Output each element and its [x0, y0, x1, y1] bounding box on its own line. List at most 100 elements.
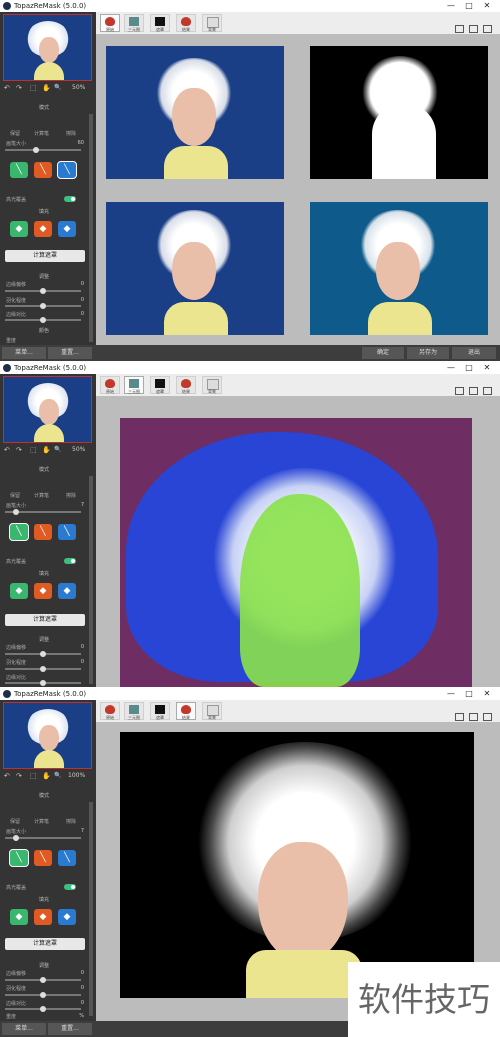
redo-icon[interactable]: ↷: [16, 446, 22, 454]
undo-icon[interactable]: ↶: [4, 84, 10, 92]
keep-fill-button[interactable]: ◆: [10, 583, 28, 599]
erase-brush-button[interactable]: ╲: [58, 850, 76, 866]
tab-result[interactable]: 结果: [176, 14, 196, 32]
tab-original[interactable]: 原始: [100, 702, 120, 720]
tab-trimap[interactable]: 三元图: [124, 702, 144, 720]
minimize-button[interactable]: —: [444, 688, 458, 700]
zoom-icon[interactable]: 🔍: [54, 446, 61, 453]
quad-view-icon[interactable]: [483, 25, 492, 33]
slider-knob[interactable]: [40, 317, 46, 323]
keep-brush-button[interactable]: ╲: [9, 849, 29, 867]
exit-button[interactable]: 退出: [452, 347, 496, 359]
calc-brush-button[interactable]: ╲: [34, 524, 52, 540]
split-view-icon[interactable]: [469, 25, 478, 33]
overlay-toggle[interactable]: [64, 196, 76, 202]
compute-mask-button[interactable]: 计算遮罩: [5, 614, 85, 626]
calc-brush-button[interactable]: ╲: [34, 850, 52, 866]
zoom-level[interactable]: 50%: [72, 84, 85, 91]
feather-slider[interactable]: [5, 666, 81, 672]
maximize-button[interactable]: □: [462, 362, 476, 374]
reset-button[interactable]: 重置...: [48, 347, 92, 359]
edge-contrast-slider[interactable]: [5, 680, 81, 686]
tab-background[interactable]: 背景: [202, 14, 222, 32]
brush-size-slider[interactable]: [5, 147, 81, 153]
tab-trimap[interactable]: 三元图: [124, 14, 144, 32]
split-view-icon[interactable]: [469, 387, 478, 395]
overlay-toggle[interactable]: [64, 558, 76, 564]
hand-icon[interactable]: ✋: [42, 446, 51, 454]
zoom-level[interactable]: 50%: [72, 446, 85, 453]
redo-icon[interactable]: ↷: [16, 84, 22, 92]
menu-button[interactable]: 菜单...: [2, 1023, 46, 1035]
tab-mask[interactable]: 遮罩: [150, 376, 170, 394]
minimize-button[interactable]: —: [444, 362, 458, 374]
panel-scrollbar[interactable]: [89, 802, 93, 1016]
tab-background[interactable]: 背景: [202, 702, 222, 720]
edge-contrast-slider[interactable]: [5, 1006, 81, 1012]
tab-trimap[interactable]: 三元图: [124, 376, 144, 394]
slider-knob[interactable]: [40, 288, 46, 294]
redo-icon[interactable]: ↷: [16, 772, 22, 780]
menu-button[interactable]: 菜单...: [2, 347, 46, 359]
tab-original[interactable]: 原始: [100, 376, 120, 394]
feather-slider[interactable]: [5, 303, 81, 309]
keep-fill-button[interactable]: ◆: [10, 909, 28, 925]
slider-knob[interactable]: [13, 835, 19, 841]
select-icon[interactable]: ⬚: [30, 446, 37, 454]
maximize-button[interactable]: □: [462, 688, 476, 700]
calc-fill-button[interactable]: ◆: [34, 909, 52, 925]
quad-view-icon[interactable]: [483, 387, 492, 395]
erase-brush-button[interactable]: ╲: [58, 524, 76, 540]
select-icon[interactable]: ⬚: [30, 84, 37, 92]
undo-icon[interactable]: ↶: [4, 772, 10, 780]
keep-brush-button[interactable]: ╲: [10, 162, 28, 178]
edge-shift-slider[interactable]: [5, 977, 81, 983]
select-icon[interactable]: ⬚: [30, 772, 37, 780]
compute-mask-button[interactable]: 计算遮罩: [5, 250, 85, 262]
calc-fill-button[interactable]: ◆: [34, 583, 52, 599]
close-button[interactable]: ✕: [480, 688, 494, 700]
slider-knob[interactable]: [40, 303, 46, 309]
ok-button[interactable]: 确定: [362, 347, 404, 359]
single-view-icon[interactable]: [455, 713, 464, 721]
edge-contrast-slider[interactable]: [5, 317, 81, 323]
keep-fill-button[interactable]: ◆: [10, 221, 28, 237]
slider-knob[interactable]: [40, 992, 46, 998]
keep-brush-button[interactable]: ╲: [9, 523, 29, 541]
maximize-button[interactable]: □: [462, 0, 476, 12]
calc-fill-button[interactable]: ◆: [34, 221, 52, 237]
tab-mask[interactable]: 遮罩: [150, 14, 170, 32]
panel-scrollbar[interactable]: [89, 476, 93, 684]
close-button[interactable]: ✕: [480, 0, 494, 12]
slider-knob[interactable]: [13, 509, 19, 515]
slider-knob[interactable]: [33, 147, 39, 153]
navigator-thumbnail[interactable]: [3, 14, 92, 81]
erase-fill-button[interactable]: ◆: [58, 583, 76, 599]
erase-fill-button[interactable]: ◆: [58, 221, 76, 237]
tab-background[interactable]: 背景: [202, 376, 222, 394]
image-canvas[interactable]: [96, 396, 500, 687]
quad-canvas[interactable]: [96, 34, 500, 345]
erase-brush-button[interactable]: ╲: [57, 161, 77, 179]
single-view-icon[interactable]: [455, 387, 464, 395]
save-as-button[interactable]: 另存为: [407, 347, 449, 359]
overlay-toggle[interactable]: [64, 884, 76, 890]
erase-fill-button[interactable]: ◆: [58, 909, 76, 925]
quad-view-icon[interactable]: [483, 713, 492, 721]
slider-knob[interactable]: [40, 977, 46, 983]
compute-mask-button[interactable]: 计算遮罩: [5, 938, 85, 950]
tab-mask[interactable]: 遮罩: [150, 702, 170, 720]
edge-shift-slider[interactable]: [5, 651, 81, 657]
feather-slider[interactable]: [5, 992, 81, 998]
single-view-icon[interactable]: [455, 25, 464, 33]
reset-button[interactable]: 重置...: [48, 1023, 92, 1035]
brush-size-slider[interactable]: [5, 509, 81, 515]
slider-knob[interactable]: [40, 1006, 46, 1012]
slider-knob[interactable]: [40, 680, 46, 686]
split-view-icon[interactable]: [469, 713, 478, 721]
calc-brush-button[interactable]: ╲: [34, 162, 52, 178]
tab-original[interactable]: 原始: [100, 14, 120, 32]
close-button[interactable]: ✕: [480, 362, 494, 374]
edge-shift-slider[interactable]: [5, 288, 81, 294]
panel-scrollbar[interactable]: [89, 114, 93, 342]
